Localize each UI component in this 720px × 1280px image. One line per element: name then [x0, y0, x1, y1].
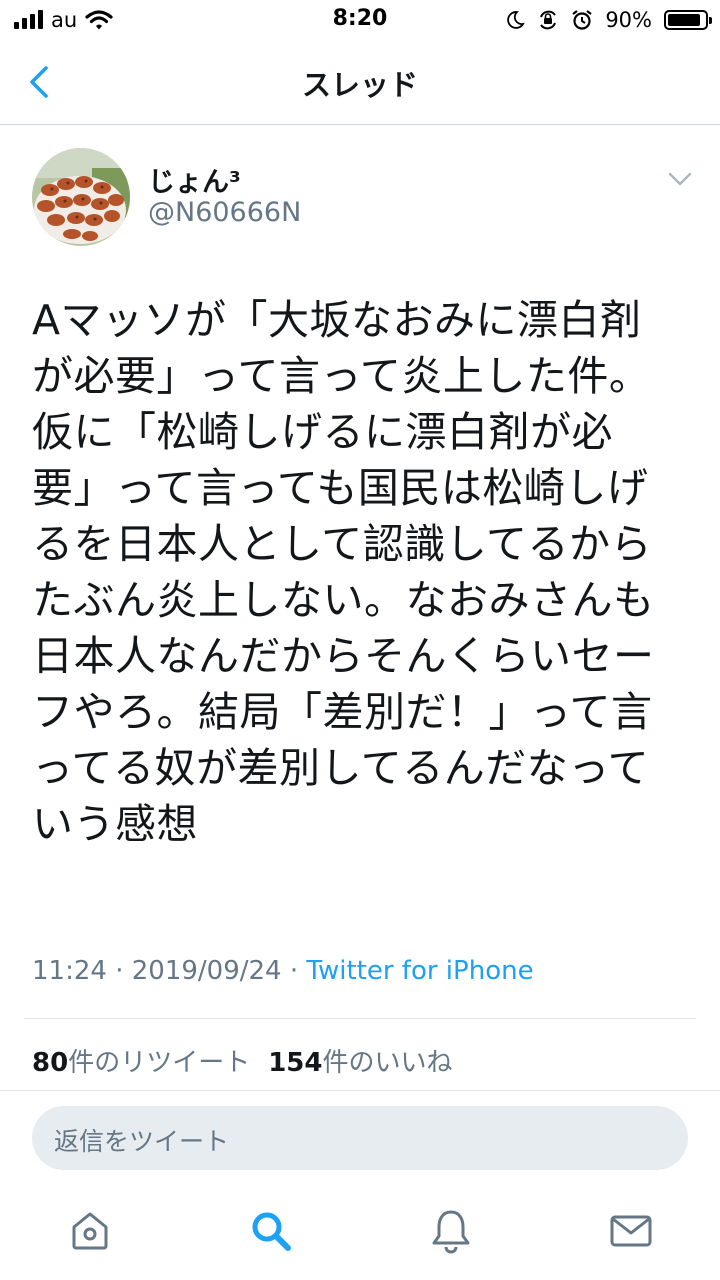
like-label: 件のいいね: [322, 1048, 453, 1078]
like-count-link[interactable]: 154件のいいね: [268, 1048, 452, 1078]
battery-percent: 90%: [605, 8, 652, 32]
status-right: 90%: [505, 6, 712, 34]
tweet-text: Aマッソが「大坂なおみに漂白剤 が必要」って言って炎上した件。 仮に「松崎しげる…: [32, 296, 655, 848]
navigation-bar: スレッド: [0, 40, 720, 125]
battery-icon: [664, 10, 712, 30]
search-icon[interactable]: [246, 1206, 296, 1256]
moon-icon: [507, 11, 526, 29]
tweet-time: 11:24: [32, 956, 107, 986]
divider: [24, 1018, 696, 1019]
like-count: 154: [268, 1048, 323, 1078]
retweet-count: 80: [32, 1048, 69, 1078]
tweet-meta: 11:24 · 2019/09/24 · Twitter for iPhone: [32, 956, 534, 986]
orientation-lock-icon: [540, 10, 557, 30]
reply-placeholder: 返信をツイート: [54, 1127, 230, 1156]
chevron-down-icon[interactable]: [666, 168, 694, 190]
home-icon[interactable]: [65, 1206, 115, 1256]
retweet-count-link[interactable]: 80件のリツイート: [32, 1048, 250, 1078]
display-name[interactable]: じょん³: [148, 160, 241, 199]
tweet-source-link[interactable]: Twitter for iPhone: [306, 956, 533, 986]
meta-separator: ·: [289, 956, 299, 986]
bell-icon[interactable]: [426, 1206, 476, 1256]
page-title: スレッド: [301, 68, 418, 102]
status-bar: au 8:20 90%: [0, 0, 720, 40]
meta-separator: ·: [115, 956, 124, 986]
divider: [0, 1090, 720, 1091]
tweet-date: 2019/09/24: [131, 956, 282, 986]
mail-icon[interactable]: [606, 1206, 656, 1256]
battery-fill: [668, 14, 700, 26]
user-handle[interactable]: @N60666N: [148, 197, 301, 228]
alarm-icon: [572, 10, 592, 30]
reply-input[interactable]: 返信をツイート: [32, 1106, 688, 1170]
avatar[interactable]: [32, 148, 130, 246]
avatar-image: [32, 148, 130, 246]
tweet-stats: 80件のリツイート 154件のいいね: [32, 1042, 453, 1079]
retweet-label: 件のリツイート: [68, 1048, 251, 1078]
